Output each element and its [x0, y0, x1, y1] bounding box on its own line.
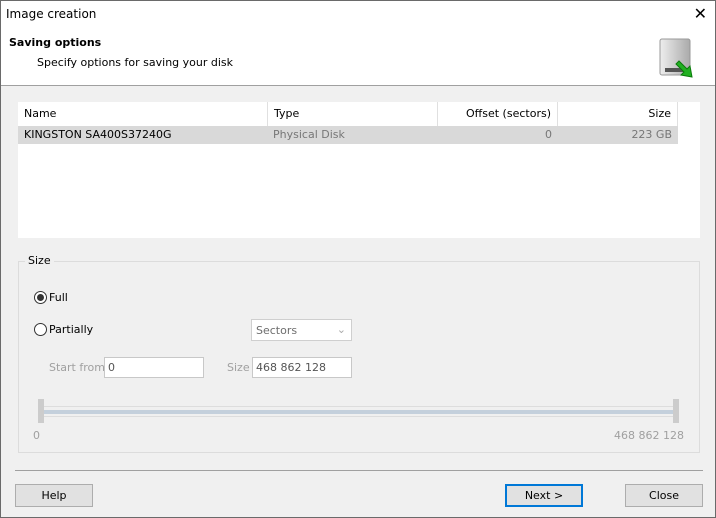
column-header-size[interactable]: Size [558, 102, 678, 126]
chevron-down-icon: ⌄ [336, 323, 346, 336]
unit-select[interactable]: Sectors ⌄ [251, 319, 352, 341]
table-row[interactable]: KINGSTON SA400S37240G Physical Disk 0 22… [18, 126, 678, 144]
header-title: Saving options [9, 36, 102, 49]
full-radio[interactable] [34, 291, 47, 304]
disk-table: Name Type Offset (sectors) Size KINGSTON… [18, 102, 700, 238]
size-label: Size [227, 361, 250, 374]
cell-size: 223 GB [631, 128, 672, 141]
cell-offset: 0 [545, 128, 552, 141]
disk-save-icon [659, 38, 693, 78]
title-bar: Image creation ✕ [1, 1, 715, 27]
cell-name: KINGSTON SA400S37240G [24, 128, 172, 141]
unit-value: Sectors [256, 324, 298, 337]
full-label[interactable]: Full [49, 291, 68, 304]
column-header-type[interactable]: Type [268, 102, 438, 126]
range-slider-track[interactable] [44, 406, 674, 417]
close-button[interactable]: Close [625, 484, 703, 507]
dialog-window: Image creation ✕ Saving options Specify … [0, 0, 716, 518]
range-slider-start-handle[interactable] [38, 399, 44, 423]
help-button[interactable]: Help [15, 484, 93, 507]
divider [15, 470, 703, 471]
next-button[interactable]: Next > [505, 484, 583, 507]
slider-max-label: 468 862 128 [614, 429, 684, 442]
header: Saving options Specify options for savin… [1, 27, 715, 86]
size-group-label: Size [25, 254, 54, 267]
window-title: Image creation [6, 7, 97, 21]
partially-radio[interactable] [34, 323, 47, 336]
column-header-name[interactable]: Name [18, 102, 268, 126]
partially-label[interactable]: Partially [49, 323, 93, 336]
header-subtitle: Specify options for saving your disk [37, 56, 234, 69]
range-slider-end-handle[interactable] [673, 399, 679, 423]
close-icon[interactable]: ✕ [694, 4, 707, 23]
slider-min-label: 0 [33, 429, 40, 442]
start-from-input[interactable]: 0 [104, 357, 204, 378]
column-header-offset[interactable]: Offset (sectors) [438, 102, 558, 126]
cell-type: Physical Disk [273, 128, 345, 141]
size-input[interactable]: 468 862 128 [252, 357, 352, 378]
start-from-label: Start from [49, 361, 105, 374]
